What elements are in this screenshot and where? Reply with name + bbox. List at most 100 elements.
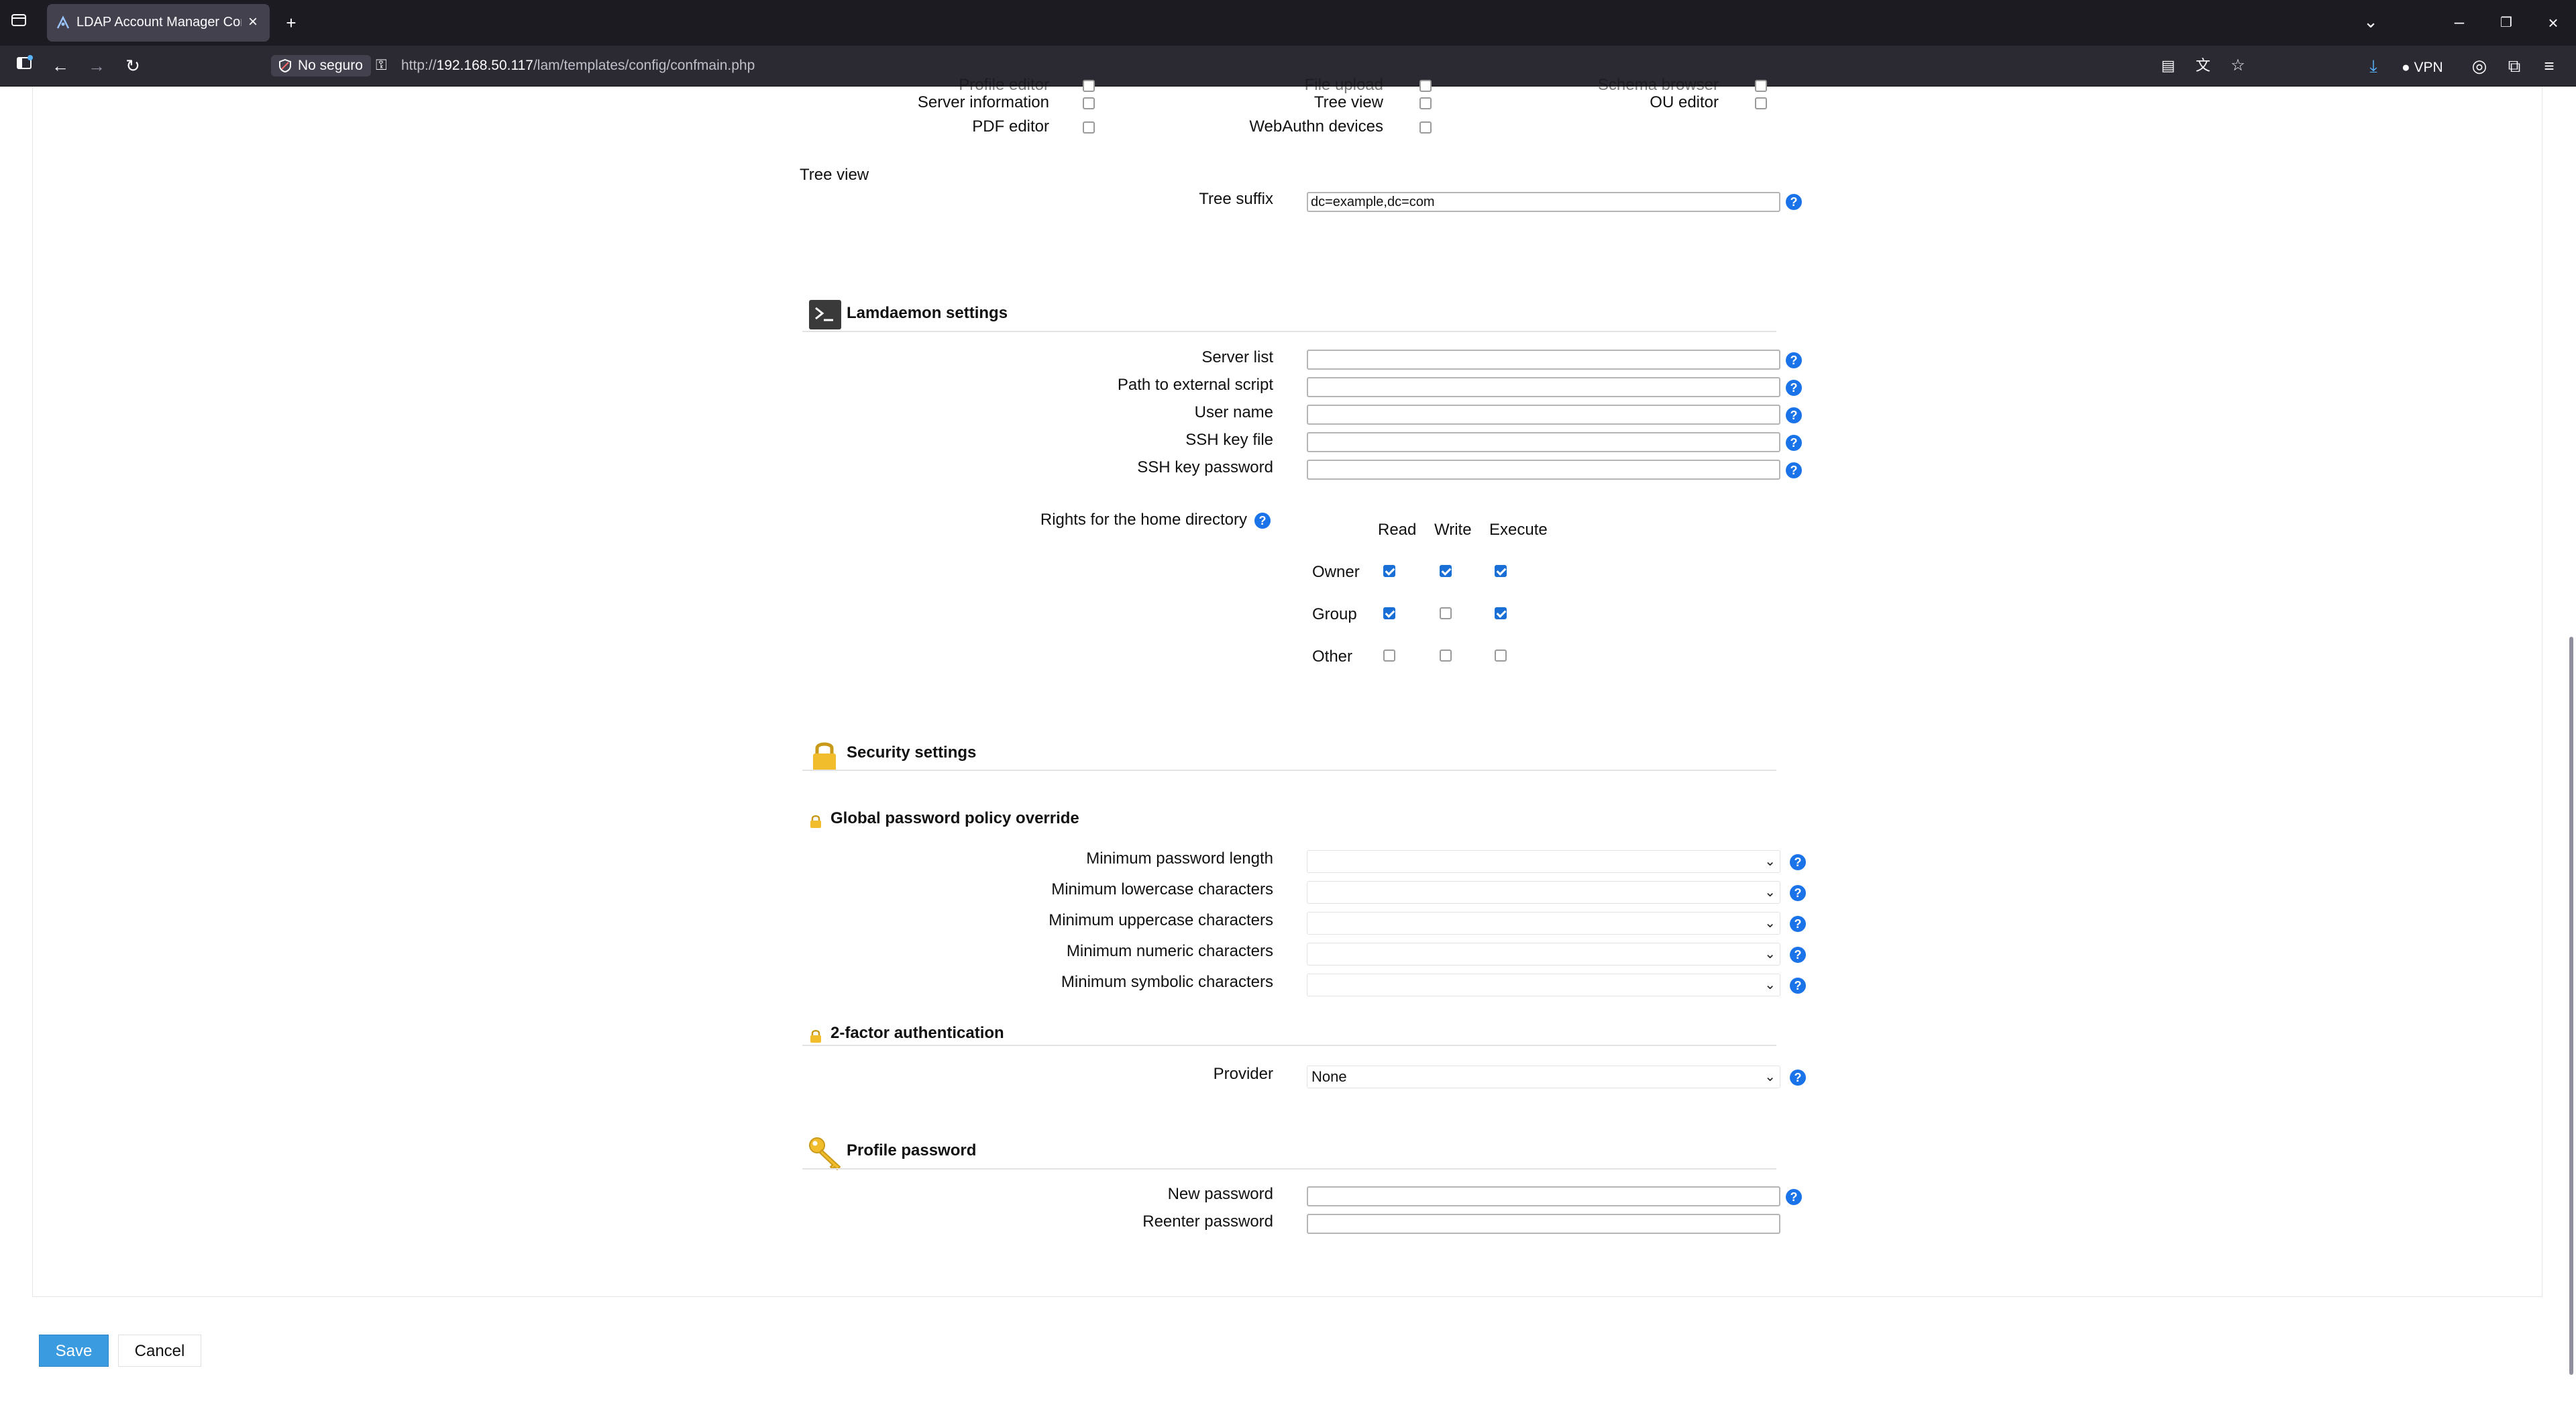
other-write-checkbox[interactable]: [1440, 650, 1452, 662]
chevron-down-icon: ⌄: [1764, 885, 1776, 900]
other-read-checkbox[interactable]: [1383, 650, 1395, 662]
back-arrow-icon[interactable]: ←: [47, 54, 74, 78]
reenter-password-label: Reenter password: [1142, 1212, 1273, 1231]
list-tabs-chevron-down-icon[interactable]: ⌄: [2357, 9, 2384, 34]
sidebar-toggle-icon[interactable]: [11, 54, 38, 78]
url-path: /lam/templates/config/confmain.php: [533, 58, 755, 73]
tree-view-heading: Tree view: [800, 166, 869, 184]
page-content: Profile editor File upload Schema browse…: [0, 76, 2576, 1401]
rights-row-owner: Owner: [1312, 563, 1360, 581]
cancel-button[interactable]: Cancel: [118, 1335, 201, 1367]
lam-favicon-icon: [56, 15, 70, 29]
vpn-button[interactable]: ● VPN: [2402, 59, 2443, 76]
ssh-key-password-input[interactable]: [1307, 460, 1780, 480]
min-length-help-icon[interactable]: ?: [1790, 854, 1806, 870]
tool-server-information-label: Server information: [917, 93, 1049, 111]
min-uppercase-help-icon[interactable]: ?: [1790, 916, 1806, 932]
new-tab-icon[interactable]: +: [278, 11, 305, 35]
other-execute-checkbox[interactable]: [1495, 650, 1507, 662]
group-read-checkbox[interactable]: [1383, 607, 1395, 619]
min-numeric-label: Minimum numeric characters: [1066, 942, 1273, 960]
home-rights-help-icon[interactable]: ?: [1254, 513, 1271, 529]
translate-icon[interactable]: 文: [2190, 54, 2216, 78]
tool-schema-browser-checkbox[interactable]: [1755, 80, 1767, 92]
min-lowercase-select[interactable]: ⌄: [1307, 881, 1780, 904]
user-name-help-icon[interactable]: ?: [1786, 407, 1802, 423]
tab-overview-icon[interactable]: [5, 11, 32, 35]
min-symbolic-help-icon[interactable]: ?: [1790, 978, 1806, 994]
forward-arrow-icon[interactable]: →: [83, 54, 110, 78]
ssh-key-file-help-icon[interactable]: ?: [1786, 435, 1802, 451]
external-script-help-icon[interactable]: ?: [1786, 380, 1802, 396]
bookmark-star-icon[interactable]: ☆: [2224, 54, 2251, 78]
group-write-checkbox[interactable]: [1440, 607, 1452, 619]
user-name-input[interactable]: [1307, 405, 1780, 425]
provider-help-icon[interactable]: ?: [1790, 1070, 1806, 1086]
key-permissions-icon[interactable]: ⚿: [376, 56, 396, 75]
twofactor-title: 2-factor authentication: [830, 1024, 1004, 1042]
min-length-select[interactable]: ⌄: [1307, 850, 1780, 873]
server-list-help-icon[interactable]: ?: [1786, 352, 1802, 368]
min-symbolic-select[interactable]: ⌄: [1307, 974, 1780, 996]
owner-write-checkbox[interactable]: [1440, 565, 1452, 577]
reenter-password-input[interactable]: [1307, 1214, 1780, 1234]
close-tab-icon[interactable]: ×: [243, 12, 263, 32]
reader-view-icon[interactable]: ▤: [2155, 54, 2182, 78]
url-text[interactable]: http://192.168.50.117/lam/templates/conf…: [401, 58, 755, 74]
external-script-input[interactable]: [1307, 377, 1780, 397]
min-uppercase-select[interactable]: ⌄: [1307, 912, 1780, 935]
tool-ou-editor-checkbox[interactable]: [1755, 97, 1767, 109]
url-host: 192.168.50.117: [436, 58, 533, 73]
new-password-input[interactable]: [1307, 1186, 1780, 1206]
rights-row-other: Other: [1312, 647, 1353, 666]
chevron-down-icon: ⌄: [1764, 978, 1776, 992]
tree-suffix-label: Tree suffix: [1199, 190, 1273, 208]
server-list-input[interactable]: [1307, 350, 1780, 370]
tool-pdf-editor-checkbox[interactable]: [1083, 121, 1095, 134]
security-indicator[interactable]: No seguro: [271, 55, 371, 76]
security-label: No seguro: [298, 58, 363, 73]
tool-profile-editor-label: Profile editor: [959, 76, 1049, 94]
save-button[interactable]: Save: [39, 1335, 109, 1367]
rights-row-group: Group: [1312, 605, 1357, 623]
min-lowercase-help-icon[interactable]: ?: [1790, 885, 1806, 901]
tool-file-upload-label: File upload: [1304, 76, 1383, 94]
downloads-icon[interactable]: ⤓: [2360, 54, 2387, 78]
tool-profile-editor-checkbox[interactable]: [1083, 80, 1095, 92]
owner-execute-checkbox[interactable]: [1495, 565, 1507, 577]
new-password-help-icon[interactable]: ?: [1786, 1189, 1802, 1205]
account-icon[interactable]: ◎: [2466, 54, 2493, 78]
tool-tree-view-checkbox[interactable]: [1419, 97, 1432, 109]
tool-webauthn-devices-checkbox[interactable]: [1419, 121, 1432, 134]
tool-file-upload-checkbox[interactable]: [1419, 80, 1432, 92]
min-numeric-help-icon[interactable]: ?: [1790, 947, 1806, 963]
profile-password-divider: [802, 1168, 1776, 1170]
tree-suffix-input[interactable]: [1307, 192, 1780, 212]
tab-ldap-config[interactable]: LDAP Account Manager Config ×: [47, 4, 270, 42]
group-execute-checkbox[interactable]: [1495, 607, 1507, 619]
page-scrollbar[interactable]: [2564, 87, 2576, 1401]
vpn-label: VPN: [2414, 60, 2443, 75]
chevron-down-icon: ⌄: [1764, 1070, 1776, 1084]
tree-suffix-help-icon[interactable]: ?: [1786, 194, 1802, 210]
chevron-down-icon: ⌄: [1764, 916, 1776, 931]
tool-server-information-checkbox[interactable]: [1083, 97, 1095, 109]
scrollbar-thumb[interactable]: [2569, 637, 2573, 1375]
minimize-window-icon[interactable]: –: [2446, 9, 2473, 34]
ssh-key-password-help-icon[interactable]: ?: [1786, 462, 1802, 478]
rights-col-read: Read: [1378, 521, 1417, 539]
tab-strip: LDAP Account Manager Config × + ⌄ – ❐ ×: [0, 0, 2576, 46]
extensions-icon[interactable]: ⧉: [2501, 54, 2528, 78]
restore-window-icon[interactable]: ❐: [2493, 11, 2520, 35]
address-bar[interactable]: No seguro ⚿ http://192.168.50.117/lam/te…: [268, 50, 2245, 82]
menu-icon[interactable]: ≡: [2536, 54, 2563, 78]
ssh-key-file-label: SSH key file: [1185, 431, 1273, 449]
ssh-key-file-input[interactable]: [1307, 432, 1780, 452]
close-window-icon[interactable]: ×: [2540, 11, 2567, 35]
ssh-key-password-label: SSH key password: [1137, 458, 1273, 476]
provider-select[interactable]: None ⌄: [1307, 1066, 1780, 1088]
min-numeric-select[interactable]: ⌄: [1307, 943, 1780, 966]
chevron-down-icon: ⌄: [1764, 947, 1776, 962]
owner-read-checkbox[interactable]: [1383, 565, 1395, 577]
reload-icon[interactable]: ↻: [119, 54, 146, 78]
